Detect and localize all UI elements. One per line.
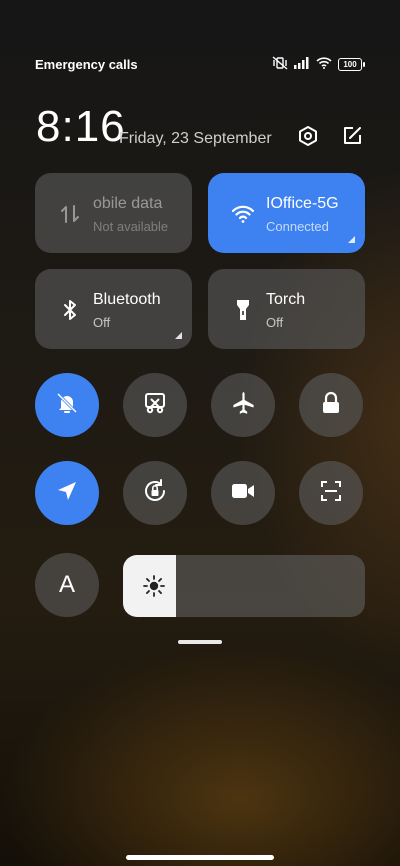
bluetooth-tile[interactable]: Bluetooth Off [35, 269, 192, 349]
signal-icon [294, 56, 310, 72]
video-camera-icon [230, 481, 256, 506]
home-indicator[interactable] [126, 855, 274, 860]
torch-status: Off [266, 315, 284, 330]
status-icons: 100 [272, 55, 365, 73]
data-transfer-icon [57, 201, 83, 227]
wifi-tile[interactable]: IOffice-5G Connected [208, 173, 365, 253]
date-text: Friday, 23 September [119, 130, 272, 147]
airplane-toggle[interactable] [211, 373, 275, 437]
auto-rotate-toggle[interactable] [123, 461, 187, 525]
wifi-network-label: IOffice-5G [266, 195, 339, 212]
torch-tile[interactable]: Torch Off [208, 269, 365, 349]
flashlight-icon [230, 297, 256, 323]
rotation-lock-icon [142, 478, 168, 509]
bluetooth-icon [57, 297, 83, 323]
edit-icon[interactable] [340, 124, 364, 148]
navigation-arrow-icon [56, 480, 78, 507]
mobile-data-label: obile data [93, 195, 163, 212]
wifi-status-icon [316, 56, 332, 72]
screenshot-toggle[interactable] [123, 373, 187, 437]
torch-label: Torch [266, 291, 306, 308]
silent-toggle[interactable] [35, 373, 99, 437]
settings-icon[interactable] [296, 124, 320, 148]
bluetooth-label: Bluetooth [93, 291, 161, 308]
wifi-icon [230, 201, 256, 227]
location-toggle[interactable] [35, 461, 99, 525]
mobile-data-status: Not available [93, 219, 169, 234]
bell-off-icon [55, 391, 79, 420]
expand-corner-icon [348, 236, 355, 243]
clock-time: 8:16 [36, 102, 126, 151]
mobile-data-tile[interactable]: obile data Not available [35, 173, 192, 253]
font-letter: A [58, 571, 75, 598]
bluetooth-status: Off [93, 315, 111, 330]
sun-icon [141, 573, 167, 599]
vibrate-off-icon [272, 55, 288, 73]
header-actions [296, 124, 364, 148]
battery-icon: 100 [338, 57, 365, 71]
screen-recorder-toggle[interactable] [211, 461, 275, 525]
airplane-icon [230, 390, 256, 421]
brightness-slider[interactable] [123, 555, 365, 617]
scan-icon [319, 479, 343, 508]
carrier-text: Emergency calls o [35, 56, 137, 72]
scanner-toggle[interactable] [299, 461, 363, 525]
font-size-button[interactable]: A [35, 553, 99, 617]
wifi-status: Connected [266, 219, 329, 234]
lock-toggle[interactable] [299, 373, 363, 437]
expand-corner-icon [175, 332, 182, 339]
scissors-icon [143, 391, 167, 420]
drag-handle[interactable] [178, 640, 222, 644]
lock-icon [320, 391, 342, 420]
status-bar: Emergency calls o 100 [35, 54, 365, 74]
